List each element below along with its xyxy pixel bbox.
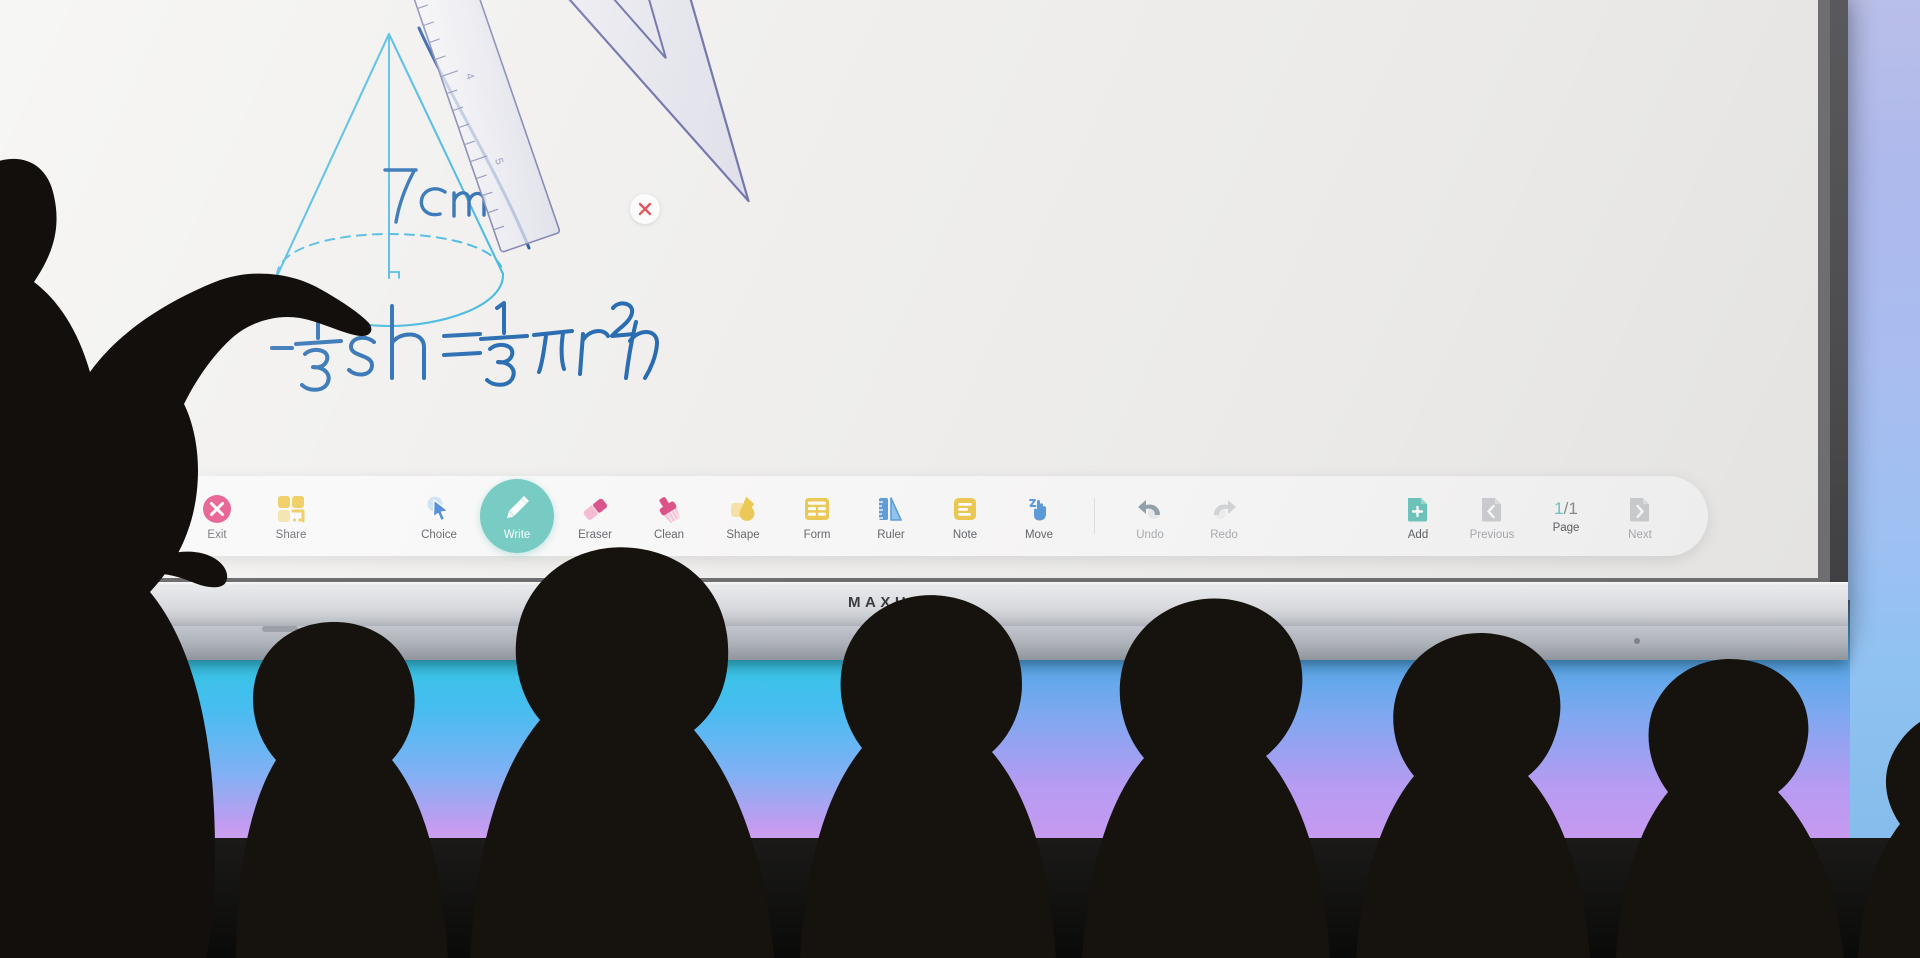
- brand-logo: MAXHUB: [848, 594, 941, 611]
- display-inner-bezel: 2 3 4 5: [0, 0, 1830, 586]
- toolbar-item-next[interactable]: Next: [1603, 476, 1677, 556]
- toolbar-item-label: Share: [275, 528, 307, 541]
- toolbar-item-eraser[interactable]: Eraser: [558, 476, 632, 556]
- toolbar-item-label: Ruler: [877, 528, 905, 541]
- toolbar-item-write[interactable]: Write: [480, 479, 554, 553]
- toolbar-item-label: Next: [1628, 528, 1652, 541]
- height-annotation: [383, 168, 486, 224]
- toolbar-item-label: Choice: [421, 528, 457, 541]
- hand-move-icon: [1024, 492, 1054, 526]
- toolbar-item-move[interactable]: Move: [1002, 476, 1076, 556]
- whiteboard-toolbar[interactable]: Exit Share Choice Write Eraser Clean Sha…: [88, 476, 1708, 556]
- whiteboard-screen[interactable]: 2 3 4 5: [0, 0, 1818, 578]
- toolbar-item-previous[interactable]: Previous: [1455, 476, 1529, 556]
- toolbar-item-label: Move: [1024, 528, 1054, 541]
- toolbar-item-add[interactable]: Add: [1381, 476, 1455, 556]
- add-page-icon: [1403, 492, 1433, 526]
- eraser-icon: [580, 492, 610, 526]
- toolbar-item-form[interactable]: Form: [780, 476, 854, 556]
- prev-page-icon: [1477, 492, 1507, 526]
- toolbar-divider: [1094, 498, 1095, 534]
- page-value: 1/1: [1554, 498, 1578, 518]
- pen-icon: [501, 491, 533, 528]
- next-page-icon: [1625, 492, 1655, 526]
- toolbar-item-label: Note: [952, 528, 978, 541]
- toolbar-item-label: Previous: [1469, 528, 1515, 541]
- toolbar-item-label: Eraser: [578, 528, 612, 541]
- toolbar-item-note[interactable]: Note: [928, 476, 1002, 556]
- brush-icon: [654, 492, 684, 526]
- qr-share-icon: [276, 492, 306, 526]
- toolbar-item-clean[interactable]: Clean: [632, 476, 706, 556]
- toolbar-item-label: Undo: [1136, 528, 1164, 541]
- toolbar-item-exit[interactable]: Exit: [180, 476, 254, 556]
- volume-formula: [270, 301, 659, 392]
- toolbar-item-label: Clean: [653, 528, 685, 541]
- table-icon: [802, 492, 832, 526]
- marker-pen[interactable]: [880, 634, 926, 651]
- toolbar-item-share[interactable]: Share: [254, 476, 328, 556]
- tray-indicator-dot: [1634, 638, 1640, 644]
- toolbar-item-label: Shape: [726, 528, 760, 541]
- floor-shadow: [0, 838, 1920, 958]
- pen-tray-notch: [262, 626, 298, 632]
- toolbar-item-label: Exit: [207, 528, 227, 541]
- list-icon: [111, 505, 138, 527]
- toolbar-item-redo[interactable]: Redo: [1187, 476, 1261, 556]
- toolbar-item-choice[interactable]: Choice: [402, 476, 476, 556]
- page-label: Page: [1552, 521, 1580, 534]
- toolbar-item-label: Form: [803, 528, 831, 541]
- page-indicator: 1/1 Page: [1529, 476, 1603, 556]
- toolbar-item-label: Write: [503, 529, 531, 541]
- toolbar-menu-button[interactable]: [88, 505, 162, 527]
- close-tool-button[interactable]: [630, 194, 660, 224]
- redo-arrow-icon: [1209, 492, 1239, 526]
- screenshot-stage: 2 3 4 5: [0, 0, 1920, 958]
- undo-arrow-icon: [1135, 492, 1165, 526]
- toolbar-item-label: Redo: [1210, 528, 1238, 541]
- ruler-icon: [876, 492, 906, 526]
- display-bezel: 2 3 4 5: [0, 0, 1848, 660]
- toolbar-item-label: Add: [1407, 528, 1429, 541]
- shapes-icon: [728, 492, 758, 526]
- toolbar-item-ruler[interactable]: Ruler: [854, 476, 928, 556]
- cursor-arrow-icon: [424, 492, 454, 526]
- toolbar-item-undo[interactable]: Undo: [1113, 476, 1187, 556]
- close-icon: [638, 202, 652, 216]
- toolbar-item-shape[interactable]: Shape: [706, 476, 780, 556]
- close-circle-icon: [202, 492, 232, 526]
- note-icon: [950, 492, 980, 526]
